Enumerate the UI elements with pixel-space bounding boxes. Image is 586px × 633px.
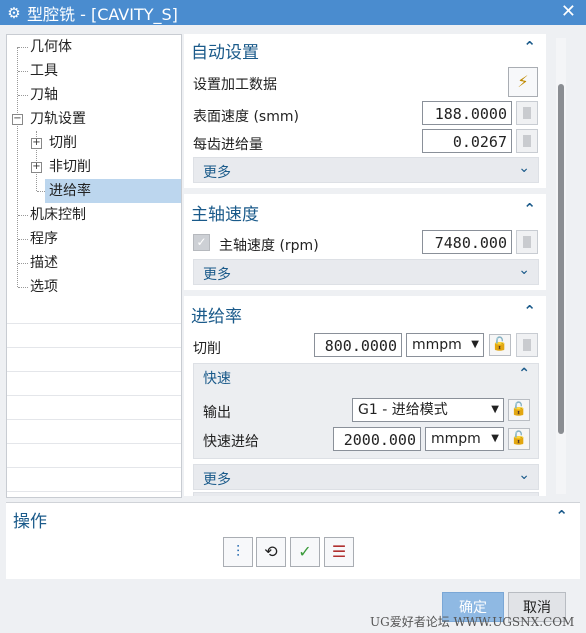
- collapse-icon[interactable]: −: [12, 114, 23, 125]
- tree-item-non-cutting[interactable]: + 非切削: [7, 155, 181, 179]
- spindle-checkbox[interactable]: ✓: [193, 234, 210, 251]
- generate-toolpath-icon[interactable]: ⫶: [223, 537, 253, 567]
- expand-icon[interactable]: +: [31, 138, 42, 149]
- tree-item-tool[interactable]: 工具: [7, 59, 181, 83]
- chevron-down-icon: ⌄: [518, 467, 530, 483]
- units-expander[interactable]: 单位 ⌄: [193, 492, 539, 496]
- unlock-icon[interactable]: 🔓: [489, 334, 511, 356]
- lightning-icon[interactable]: ⚡: [508, 67, 538, 97]
- calculator-icon[interactable]: [516, 333, 538, 357]
- rapid-subsection: 快速 ⌃ 输出 G1 - 进给模式 ▼ 🔓 快速进给 2000.000 mmpm ▼…: [193, 363, 539, 459]
- section-title: 操作: [13, 512, 47, 532]
- auto-settings-section: 自动设置 ⌃ 设置加工数据 ⚡ 表面速度 (smm) 188.0000 每齿进给…: [184, 34, 546, 188]
- rapid-unit-dropdown[interactable]: mmpm ▼: [425, 427, 504, 451]
- cut-unit-dropdown[interactable]: mmpm ▼: [406, 333, 484, 357]
- verify-icon[interactable]: ✓: [290, 537, 320, 567]
- more-expander[interactable]: 更多 ⌄: [193, 259, 539, 285]
- calculator-icon[interactable]: [516, 101, 538, 125]
- expand-icon[interactable]: +: [31, 162, 42, 173]
- tree-item-machine-control[interactable]: 机床控制: [7, 203, 181, 227]
- spindle-section: 主轴速度 ⌃ ✓ 主轴速度 (rpm) 7480.000 更多 ⌄: [184, 194, 546, 290]
- unlock-icon[interactable]: 🔓: [508, 399, 530, 421]
- chevron-down-icon: ⌄: [518, 495, 530, 496]
- output-mode-dropdown[interactable]: G1 - 进给模式 ▼: [352, 398, 504, 422]
- dropdown-arrow-icon: ▼: [491, 404, 499, 415]
- more-expander[interactable]: 更多 ⌄: [193, 157, 539, 183]
- tree-item-options[interactable]: 选项: [7, 275, 181, 299]
- tree-item-program[interactable]: 程序: [7, 227, 181, 251]
- tree-item-cutting[interactable]: + 切削: [7, 131, 181, 155]
- settings-panel: 自动设置 ⌃ 设置加工数据 ⚡ 表面速度 (smm) 188.0000 每齿进给…: [184, 34, 546, 496]
- rapid-feed-field[interactable]: 2000.000: [333, 427, 421, 451]
- operations-section: 操作 ⌃ ⫶ ⟲ ✓ ☰: [6, 502, 580, 579]
- more-expander[interactable]: 更多 ⌄: [193, 464, 539, 490]
- tree-item-description[interactable]: 描述: [7, 251, 181, 275]
- navigation-tree: 几何体 工具 刀轴 − 刀轨设置 + 切削 + 非切削 进给率 机床控制 程序 …: [6, 34, 182, 498]
- tree-item-tool-axis[interactable]: 刀轴: [7, 83, 181, 107]
- cut-feed-field[interactable]: 800.0000: [314, 333, 402, 357]
- dropdown-arrow-icon: ▼: [471, 339, 479, 350]
- feed-per-tooth-field[interactable]: 0.0267: [422, 129, 512, 153]
- tree-item-feeds[interactable]: 进给率: [45, 179, 181, 203]
- list-icon[interactable]: ☰: [324, 537, 354, 567]
- collapse-caret-icon[interactable]: ⌃: [523, 302, 536, 320]
- watermark: UG爱好者论坛 WWW.UGSNX.COM: [370, 615, 575, 629]
- section-title: 主轴速度: [191, 205, 259, 225]
- surface-speed-field[interactable]: 188.0000: [422, 101, 512, 125]
- unlock-icon[interactable]: 🔓: [508, 428, 530, 450]
- title-bar: ⚙ 型腔铣 - [CAVITY_S] ✕: [0, 0, 586, 25]
- section-title: 进给率: [191, 307, 242, 327]
- scrollbar-thumb[interactable]: [558, 84, 564, 434]
- section-title: 自动设置: [191, 43, 259, 63]
- tree-item-geometry[interactable]: 几何体: [7, 35, 181, 59]
- chevron-down-icon: ⌄: [518, 262, 530, 278]
- calculator-icon[interactable]: [516, 230, 538, 254]
- spindle-speed-field[interactable]: 7480.000: [422, 230, 512, 254]
- dropdown-arrow-icon: ▼: [491, 433, 499, 444]
- chevron-down-icon: ⌄: [518, 160, 530, 176]
- collapse-caret-icon[interactable]: ⌃: [523, 200, 536, 218]
- collapse-caret-icon[interactable]: ⌃: [555, 507, 568, 525]
- feedrate-section: 进给率 ⌃ 切削 800.0000 mmpm ▼ 🔓 快速 ⌃ 输出 G1 - 进…: [184, 296, 546, 496]
- close-icon[interactable]: ✕: [561, 1, 576, 22]
- tree-item-path-settings[interactable]: − 刀轨设置: [7, 107, 181, 131]
- collapse-caret-icon[interactable]: ⌃: [518, 366, 530, 382]
- calculator-icon[interactable]: [516, 129, 538, 153]
- collapse-caret-icon[interactable]: ⌃: [523, 38, 536, 56]
- gear-icon: ⚙: [7, 3, 21, 22]
- replay-icon[interactable]: ⟲: [256, 537, 286, 567]
- window-title: 型腔铣 - [CAVITY_S]: [27, 4, 178, 24]
